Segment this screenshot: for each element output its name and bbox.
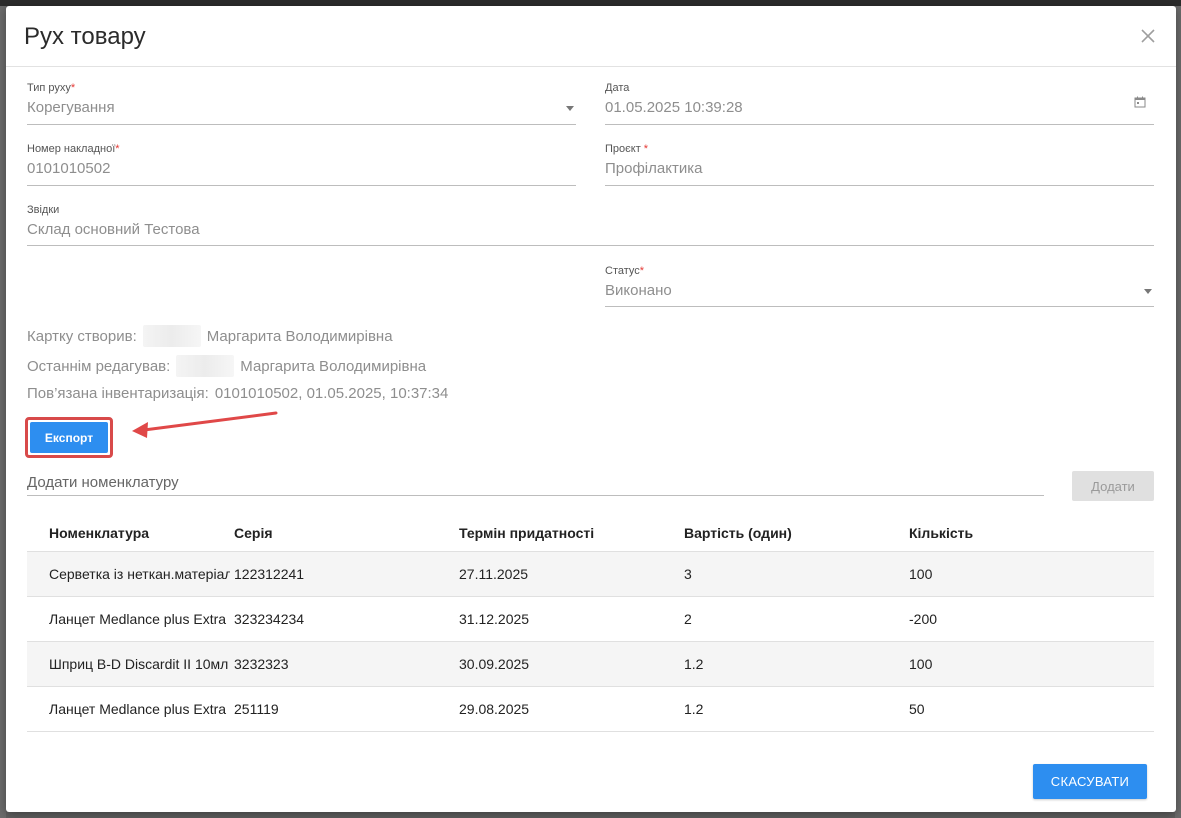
annotation-arrow-icon — [132, 411, 278, 438]
cell-unit-cost: 1.2 — [684, 656, 704, 672]
column-header-expiry[interactable]: Термін придатності — [455, 514, 680, 551]
project-value: Профілактика — [605, 160, 703, 177]
cell-unit-cost: 1.2 — [684, 701, 704, 717]
table-row[interactable]: Серветка із неткан.матеріалу 122312241 2… — [27, 552, 1154, 597]
cell-series: 323234234 — [234, 611, 305, 627]
chevron-down-icon — [566, 106, 574, 111]
created-by-name: Маргарита Володимирівна — [206, 327, 393, 345]
cell-unit-cost: 3 — [684, 566, 692, 582]
close-icon — [1141, 29, 1155, 43]
project-field[interactable]: Проєкт * Профілактика — [605, 143, 1154, 186]
cell-expiry: 30.09.2025 — [459, 656, 530, 672]
from-label: Звідки — [27, 204, 60, 216]
from-value: Склад основний Тестова — [27, 221, 200, 238]
cell-series: 3232323 — [234, 656, 289, 672]
from-field[interactable]: Звідки Склад основний Тестова — [27, 204, 1154, 246]
dialog-header: Рух товару — [6, 6, 1176, 67]
linked-inventory-value: 0101010502, 01.05.2025, 10:37:34 — [214, 385, 449, 402]
column-header-quantity[interactable]: Кількість — [905, 514, 1154, 551]
table-row[interactable]: Ланцет Medlance plus Extra 251119 29.08.… — [27, 687, 1154, 732]
cell-nomenclature: Шприц B-D Discardit II 10мл — [49, 656, 229, 672]
created-by-line: Картку створив: Маргарита Володимирівна — [27, 325, 393, 347]
date-value: 01.05.2025 10:39:28 — [605, 99, 743, 116]
items-table: Номенклатура Серія Термін придатності Ва… — [27, 514, 1154, 732]
add-nomenclature-field[interactable] — [27, 472, 1044, 496]
created-by-label: Картку створив: — [27, 327, 137, 345]
status-select[interactable]: Статус* Виконано — [605, 265, 1154, 307]
date-label: Дата — [605, 82, 630, 94]
redacted-surname — [176, 355, 235, 377]
cell-series: 251119 — [234, 701, 279, 717]
cell-quantity: -200 — [909, 611, 938, 627]
calendar-icon[interactable] — [1134, 96, 1146, 108]
add-nomenclature-input[interactable] — [27, 472, 1044, 491]
column-header-series[interactable]: Серія — [230, 514, 455, 551]
cell-quantity: 100 — [909, 656, 933, 672]
status-value: Виконано — [605, 282, 672, 299]
movement-type-value: Корегування — [27, 99, 115, 116]
cell-expiry: 29.08.2025 — [459, 701, 530, 717]
cell-nomenclature: Ланцет Medlance plus Extra — [49, 611, 227, 627]
cancel-button[interactable]: СКАСУВАТИ — [1033, 764, 1147, 799]
cell-quantity: 100 — [909, 566, 933, 582]
edited-by-label: Останнім редагував: — [27, 357, 171, 375]
invoice-number-value: 0101010502 — [27, 160, 111, 177]
redacted-surname — [142, 325, 201, 347]
export-button[interactable]: Експорт — [30, 422, 108, 453]
add-button[interactable]: Додати — [1072, 471, 1154, 501]
linked-inventory-label: Пов’язана інвентаризація: — [27, 385, 209, 402]
cell-nomenclature: Ланцет Medlance plus Extra — [49, 701, 227, 717]
movement-type-select[interactable]: Тип руху* Корегування — [27, 82, 576, 125]
cell-unit-cost: 2 — [684, 611, 692, 627]
edited-by-line: Останнім редагував: Маргарита Володимирі… — [27, 355, 426, 377]
cell-series: 122312241 — [234, 566, 305, 582]
linked-inventory-line: Пов’язана інвентаризація: 0101010502, 01… — [27, 385, 448, 402]
cell-expiry: 31.12.2025 — [459, 611, 530, 627]
column-header-unit-cost[interactable]: Вартість (один) — [680, 514, 905, 551]
edited-by-name: Маргарита Володимирівна — [240, 357, 427, 375]
table-header: Номенклатура Серія Термін придатності Ва… — [27, 514, 1154, 552]
status-label: Статус* — [605, 265, 645, 277]
dialog-title: Рух товару — [24, 23, 146, 50]
date-field[interactable]: Дата 01.05.2025 10:39:28 — [605, 82, 1154, 125]
close-button[interactable] — [1136, 24, 1160, 48]
cell-quantity: 50 — [909, 701, 925, 717]
movement-type-label: Тип руху* — [27, 82, 76, 94]
project-label: Проєкт * — [605, 143, 649, 155]
export-highlight: Експорт — [25, 417, 113, 458]
column-header-nomenclature[interactable]: Номенклатура — [27, 514, 230, 551]
cell-nomenclature: Серветка із неткан.матеріалу — [49, 566, 230, 582]
chevron-down-icon — [1144, 289, 1152, 294]
cell-expiry: 27.11.2025 — [459, 566, 529, 582]
invoice-number-field[interactable]: Номер накладної* 0101010502 — [27, 143, 576, 186]
table-row[interactable]: Ланцет Medlance plus Extra 323234234 31.… — [27, 597, 1154, 642]
invoice-number-label: Номер накладної* — [27, 143, 120, 155]
product-movement-dialog: Рух товару Тип руху* Корегування Дата 01… — [6, 6, 1176, 812]
table-row[interactable]: Шприц B-D Discardit II 10мл 3232323 30.0… — [27, 642, 1154, 687]
